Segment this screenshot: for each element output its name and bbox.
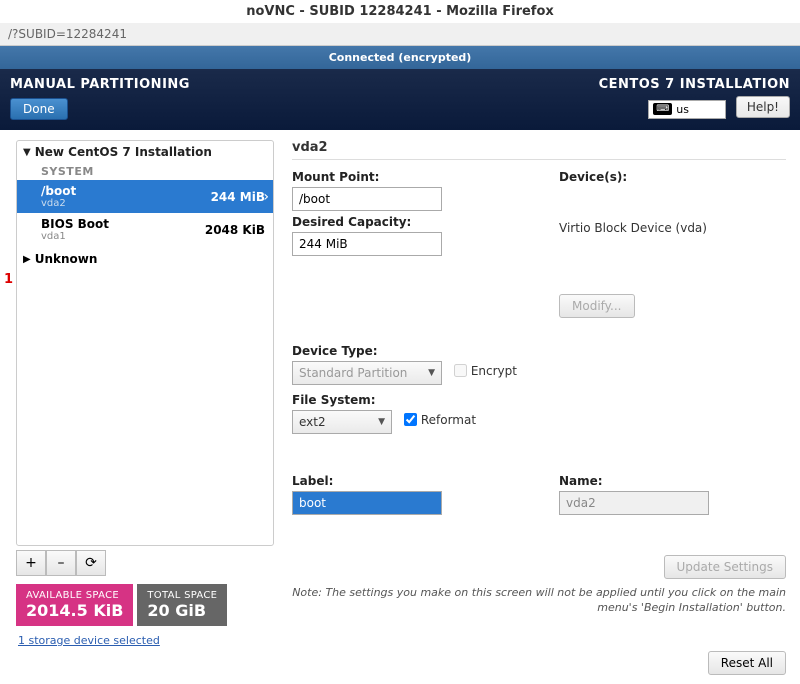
update-settings-button[interactable]: Update Settings	[664, 555, 787, 579]
installer-header: MANUAL PARTITIONING Done CENTOS 7 INSTAL…	[0, 69, 800, 130]
partition-size: 244 MiB	[211, 190, 265, 204]
partition-size: 2048 KiB	[205, 223, 265, 237]
modify-button[interactable]: Modify...	[559, 294, 635, 318]
available-space-label: AVAILABLE SPACE	[26, 590, 123, 601]
tree-section-system: SYSTEM	[17, 163, 273, 180]
install-title: CENTOS 7 INSTALLATION	[599, 77, 790, 92]
device-type-label: Device Type:	[292, 344, 786, 358]
keyboard-layout-label: us	[676, 103, 689, 116]
tree-unknown[interactable]: ▶ Unknown	[17, 246, 273, 272]
remove-partition-button[interactable]: –	[46, 550, 76, 576]
add-partition-button[interactable]: +	[16, 550, 46, 576]
partition-row-biosboot[interactable]: BIOS Boot vda1 2048 KiB	[17, 213, 273, 246]
partition-details-panel: vda2 Mount Point: Device(s): Desired Cap…	[274, 130, 800, 647]
chevron-right-icon: ▶	[23, 254, 31, 265]
tree-install-label: New CentOS 7 Installation	[35, 145, 212, 159]
help-button[interactable]: Help!	[736, 96, 790, 118]
reformat-checkbox[interactable]: Reformat	[404, 413, 476, 427]
capacity-input[interactable]	[292, 232, 442, 256]
total-space-box: TOTAL SPACE 20 GiB	[137, 584, 227, 626]
browser-window-title: noVNC - SUBID 12284241 - Mozilla Firefox	[0, 0, 800, 23]
reset-all-button[interactable]: Reset All	[708, 651, 786, 675]
chevron-down-icon: ▼	[428, 368, 435, 378]
device-type-select[interactable]: Standard Partition ▼	[292, 361, 442, 385]
reformat-checkbox-input[interactable]	[404, 413, 417, 426]
partition-name: /boot	[41, 184, 76, 198]
partition-tree-panel: ▼ New CentOS 7 Installation SYSTEM /boot…	[8, 130, 274, 647]
name-input	[559, 491, 709, 515]
name-label: Name:	[559, 474, 786, 488]
filesystem-label: File System:	[292, 393, 786, 407]
partition-device: vda1	[41, 231, 109, 242]
keyboard-icon: ⌨	[653, 103, 672, 115]
capacity-label: Desired Capacity:	[292, 215, 519, 229]
chevron-right-icon: ›	[263, 189, 269, 205]
encrypt-checkbox[interactable]: Encrypt	[454, 364, 517, 378]
tree-new-install[interactable]: ▼ New CentOS 7 Installation	[17, 141, 273, 163]
encrypt-checkbox-input[interactable]	[454, 364, 467, 377]
total-space-label: TOTAL SPACE	[147, 590, 217, 601]
tree-unknown-label: Unknown	[35, 252, 98, 266]
filesystem-value: ext2	[299, 415, 326, 429]
url-bar[interactable]: /?SUBID=12284241	[0, 23, 800, 46]
vnc-status: Connected (encrypted)	[0, 46, 800, 69]
settings-note: Note: The settings you make on this scre…	[292, 585, 786, 616]
mountpoint-input[interactable]	[292, 187, 442, 211]
device-description: Virtio Block Device (vda)	[559, 221, 707, 235]
device-type-value: Standard Partition	[299, 366, 407, 380]
reload-button[interactable]: ⟳	[76, 550, 106, 576]
storage-devices-link[interactable]: 1 storage device selected	[18, 634, 160, 647]
label-input[interactable]	[292, 491, 442, 515]
done-button[interactable]: Done	[10, 98, 68, 120]
available-space-box: AVAILABLE SPACE 2014.5 KiB	[16, 584, 133, 626]
partition-row-boot[interactable]: /boot vda2 244 MiB ›	[17, 180, 273, 213]
chevron-down-icon: ▼	[23, 147, 31, 158]
label-label: Label:	[292, 474, 519, 488]
devices-label: Device(s):	[559, 170, 786, 184]
chevron-down-icon: ▼	[378, 417, 385, 427]
details-title: vda2	[292, 140, 786, 160]
mountpoint-label: Mount Point:	[292, 170, 519, 184]
reformat-label: Reformat	[421, 413, 476, 427]
partition-device: vda2	[41, 198, 76, 209]
partition-name: BIOS Boot	[41, 217, 109, 231]
total-space-value: 20 GiB	[147, 601, 217, 620]
keyboard-layout-selector[interactable]: ⌨ us	[648, 100, 726, 119]
encrypt-label: Encrypt	[471, 364, 517, 378]
available-space-value: 2014.5 KiB	[26, 601, 123, 620]
filesystem-select[interactable]: ext2 ▼	[292, 410, 392, 434]
page-title: MANUAL PARTITIONING	[10, 77, 190, 92]
